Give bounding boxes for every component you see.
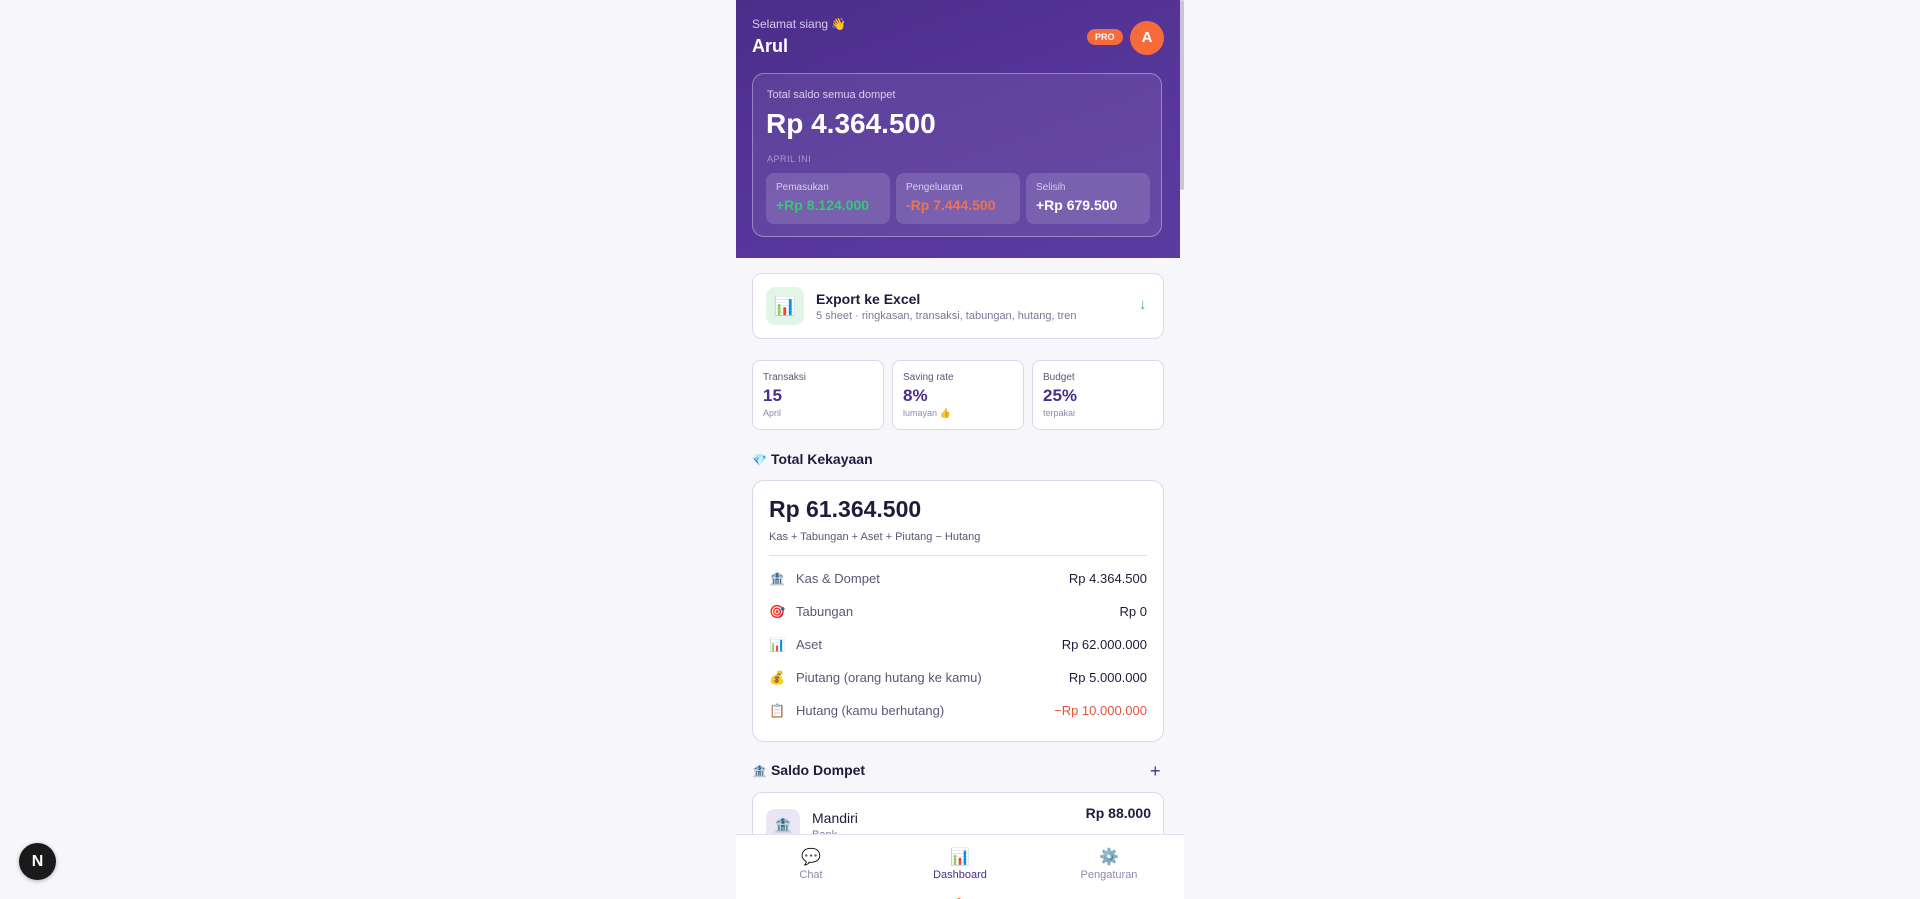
stat-card-transactions: Transaksi 15 April — [752, 360, 884, 430]
diff-summary: Selisih +Rp 679.500 — [1026, 173, 1150, 224]
wallet-amount: Rp 88.000 — [1085, 805, 1151, 821]
nav-label: Chat — [799, 869, 823, 881]
nav-chat[interactable]: 💬 Chat — [761, 847, 861, 881]
wealth-row-label: Hutang (kamu berhutang) — [796, 703, 945, 718]
stat-value: 25% — [1043, 386, 1078, 405]
stat-label: Transaksi — [763, 372, 806, 383]
income-value: +Rp 8.124.000 — [776, 197, 870, 213]
bottom-nav: 💬 Chat 📊 Dashboard ⚙️ Pengaturan — [736, 834, 1184, 899]
diff-value: +Rp 679.500 — [1036, 197, 1118, 213]
stat-card-budget: Budget 25% terpakai — [1032, 360, 1164, 430]
stat-label: Saving rate — [903, 372, 954, 383]
export-title: Export ke Excel — [816, 291, 921, 307]
wallet-section-title: 🏦 Saldo Dompet — [752, 762, 865, 778]
wealth-row-label: Aset — [796, 637, 823, 652]
chart-icon: 📊 — [950, 849, 970, 866]
month-label: APRIL INI — [767, 154, 812, 164]
wealth-total: Rp 61.364.500 — [769, 496, 922, 522]
scrollbar[interactable] — [1180, 0, 1184, 190]
header-panel: Selamat siang 👋 Arul PRO A Total saldo s… — [736, 0, 1180, 258]
clipboard-icon: 📋 — [769, 703, 786, 718]
wealth-row-label: Kas & Dompet — [796, 571, 880, 586]
nav-dashboard[interactable]: 📊 Dashboard — [910, 847, 1010, 899]
wealth-section-label: Total Kekayaan — [770, 451, 873, 467]
divider — [769, 555, 1147, 556]
wealth-row-label: Tabungan — [796, 604, 854, 619]
stat-label: Budget — [1043, 372, 1075, 383]
download-arrow-icon: ↓ — [1139, 296, 1147, 313]
wealth-row-value: Rp 62.000.000 — [1061, 637, 1147, 652]
nextjs-dev-badge[interactable]: N — [19, 843, 56, 880]
wealth-row-value: −Rp 10.000.000 — [1054, 703, 1147, 718]
wealth-row-value: Rp 5.000.000 — [1068, 670, 1147, 685]
export-excel-button[interactable]: 📊 Export ke Excel 5 sheet · ringkasan, t… — [752, 273, 1164, 339]
wealth-row-cash: 🏦 Kas & Dompet Rp 4.364.500 — [769, 569, 1147, 589]
wealth-row-savings: 🎯 Tabungan Rp 0 — [769, 602, 1147, 622]
gear-icon: ⚙️ — [1099, 849, 1119, 866]
wealth-row-label: Piutang (orang hutang ke kamu) — [796, 670, 982, 685]
pro-badge: PRO — [1087, 29, 1123, 45]
wealth-row-value: Rp 4.364.500 — [1068, 571, 1147, 586]
nav-settings[interactable]: ⚙️ Pengaturan — [1059, 847, 1159, 881]
chart-icon: 📊 — [769, 637, 786, 652]
bank-icon: 🏦 — [769, 571, 786, 586]
user-name: Arul — [752, 36, 788, 56]
stat-value: 15 — [763, 386, 782, 405]
nav-label: Pengaturan — [1080, 869, 1138, 881]
income-label: Pemasukan — [776, 182, 829, 193]
greeting-text: Selamat siang 👋 — [752, 17, 847, 31]
wallet-section-label: Saldo Dompet — [770, 762, 866, 778]
wealth-row-assets: 📊 Aset Rp 62.000.000 — [769, 635, 1147, 655]
chat-bubble-icon: 💬 — [801, 849, 821, 866]
money-bag-icon: 💰 — [769, 670, 786, 685]
diff-label: Selisih — [1036, 182, 1066, 193]
income-summary: Pemasukan +Rp 8.124.000 — [766, 173, 890, 224]
export-subtitle: 5 sheet · ringkasan, transaksi, tabungan… — [816, 310, 1077, 322]
wealth-section-title: 💎 Total Kekayaan — [752, 451, 873, 467]
expense-label: Pengeluaran — [906, 182, 963, 193]
add-wallet-button[interactable]: + — [1150, 762, 1161, 780]
wallet-name: Mandiri — [812, 810, 858, 826]
bank-icon: 🏦 — [752, 764, 767, 778]
diamond-icon: 💎 — [752, 453, 767, 467]
wealth-row-receivables: 💰 Piutang (orang hutang ke kamu) Rp 5.00… — [769, 668, 1147, 688]
balance-label: Total saldo semua dompet — [767, 89, 896, 101]
wealth-row-debts: 📋 Hutang (kamu berhutang) −Rp 10.000.000 — [769, 701, 1147, 721]
stat-value: 8% — [903, 386, 928, 405]
stat-card-saving-rate: Saving rate 8% lumayan 👍 — [892, 360, 1024, 430]
balance-card: Total saldo semua dompet Rp 4.364.500 AP… — [752, 73, 1162, 237]
wealth-row-value: Rp 0 — [1119, 604, 1147, 619]
stat-sub: terpakai — [1043, 408, 1076, 418]
app-shell: Selamat siang 👋 Arul PRO A Total saldo s… — [736, 0, 1184, 899]
target-icon: 🎯 — [769, 604, 786, 619]
wealth-card: Rp 61.364.500 Kas + Tabungan + Aset + Pi… — [752, 480, 1164, 742]
expense-value: -Rp 7.444.500 — [906, 197, 996, 213]
nav-label: Dashboard — [933, 869, 987, 881]
avatar[interactable]: A — [1130, 21, 1164, 55]
wealth-formula: Kas + Tabungan + Aset + Piutang − Hutang — [769, 531, 981, 543]
expense-summary: Pengeluaran -Rp 7.444.500 — [896, 173, 1020, 224]
stat-sub: lumayan 👍 — [903, 408, 951, 418]
chart-icon: 📊 — [766, 287, 804, 325]
balance-value: Rp 4.364.500 — [766, 108, 936, 139]
stat-sub: April — [763, 408, 782, 418]
